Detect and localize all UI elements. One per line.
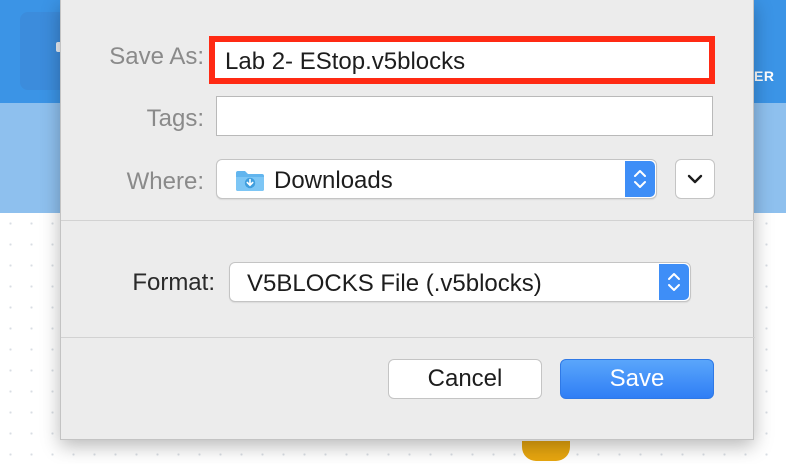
where-value: Downloads [274,167,393,194]
up-down-chevron-icon [668,273,680,291]
tags-label: Tags: [146,105,204,132]
format-stepper [659,264,689,300]
chevron-down-icon [687,174,703,184]
code-block[interactable] [522,441,570,461]
section-divider [61,220,755,221]
up-down-chevron-icon [634,170,646,188]
save-as-label: Save As: [109,43,204,70]
where-popup[interactable]: Downloads [216,159,657,199]
cancel-button[interactable]: Cancel [388,359,542,399]
format-value: V5BLOCKS File (.v5blocks) [247,270,542,297]
tags-field[interactable] [216,96,713,136]
format-popup[interactable]: V5BLOCKS File (.v5blocks) [229,262,691,302]
downloads-folder-icon [236,171,264,191]
save-button[interactable]: Save [560,359,714,399]
save-as-value: Lab 2- EStop.v5blocks [225,48,466,75]
save-dialog: Save As: Lab 2- EStop.v5blocks Tags: Whe… [60,0,755,440]
expand-browser-button[interactable] [675,159,715,199]
where-label: Where: [126,168,204,195]
format-label: Format: [132,269,215,296]
where-stepper [625,161,655,197]
save-as-field[interactable]: Lab 2- EStop.v5blocks [209,36,715,84]
section-divider [61,337,755,338]
header-label: ER [754,68,775,84]
